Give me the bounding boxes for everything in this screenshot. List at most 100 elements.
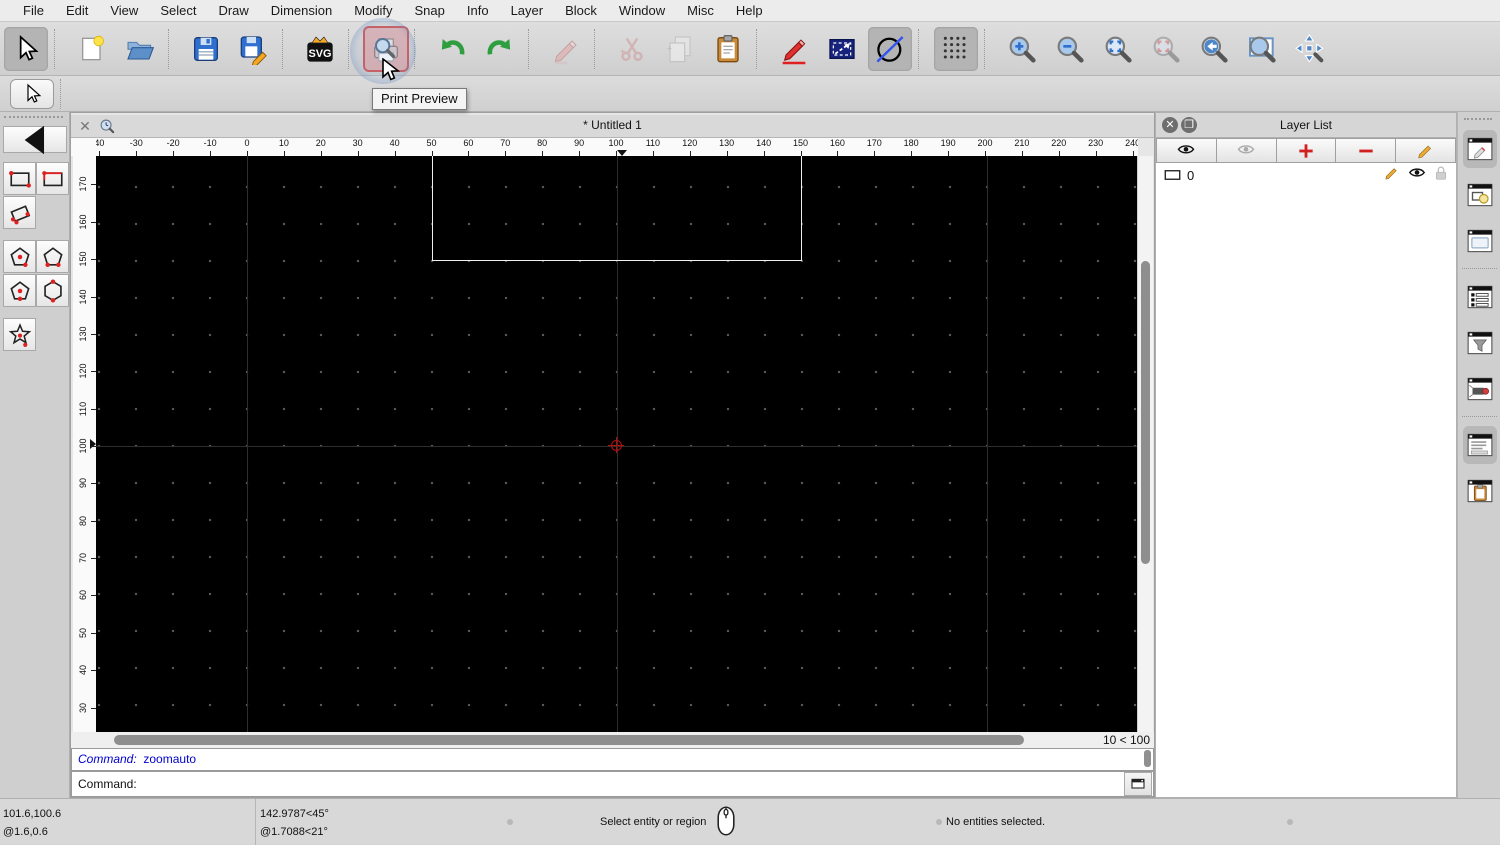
menu-edit[interactable]: Edit bbox=[55, 0, 99, 22]
copy-icon: + bbox=[667, 35, 691, 62]
palette-back-button[interactable] bbox=[3, 125, 67, 154]
library-browser-dock-button[interactable] bbox=[1463, 222, 1497, 260]
layer-edit-pencil-icon[interactable] bbox=[1383, 164, 1400, 186]
drawing-window: ✕ * Untitled 1 40 -30 -20 -10 0 10 20 30 40 50 60 7… bbox=[70, 112, 1155, 798]
ruler-top: 40 -30 -20 -10 0 10 20 30 40 50 60 70 80 90 100 110 120 1… bbox=[96, 138, 1138, 156]
absolute-polar: 142.9787<45° bbox=[260, 808, 329, 820]
rect-corner-icon bbox=[41, 170, 63, 186]
dock-drag-handle[interactable] bbox=[1464, 118, 1492, 120]
menu-view[interactable]: View bbox=[99, 0, 149, 22]
mouse-icon bbox=[715, 805, 737, 840]
status-dot bbox=[936, 819, 942, 825]
zoom-window-button[interactable] bbox=[1240, 27, 1284, 71]
delete-action-icon bbox=[554, 39, 577, 64]
ruler-top-label: 20 bbox=[315, 138, 326, 148]
menu-info[interactable]: Info bbox=[456, 0, 500, 22]
menu-snap[interactable]: Snap bbox=[404, 0, 456, 22]
zoom-out-button[interactable] bbox=[1048, 27, 1092, 71]
polygon-center-corner-tool[interactable] bbox=[3, 240, 36, 273]
drawing-canvas[interactable] bbox=[96, 156, 1138, 732]
projector-dock-button[interactable] bbox=[1463, 370, 1497, 408]
layer-list-dock-button[interactable] bbox=[1463, 130, 1497, 168]
toolbar-group bbox=[934, 26, 978, 71]
eye-closed-button[interactable] bbox=[1216, 138, 1277, 163]
selection-window-button[interactable] bbox=[820, 27, 864, 71]
redo-button[interactable] bbox=[478, 27, 522, 71]
canvas-horizontal-scrollbar[interactable]: 10 < 100 bbox=[71, 732, 1154, 748]
canvas-vertical-scrollbar[interactable] bbox=[1137, 156, 1153, 732]
selection-filter-dock-button[interactable] bbox=[1463, 324, 1497, 362]
layer-row[interactable]: 0 bbox=[1156, 163, 1456, 187]
toolbar-separator bbox=[528, 28, 539, 69]
ruler-top-label: 130 bbox=[719, 138, 735, 148]
layer-color-icon bbox=[1164, 170, 1181, 180]
add-layer-button[interactable] bbox=[1276, 138, 1337, 163]
star-tool[interactable] bbox=[3, 318, 36, 351]
vertical-scroll-thumb[interactable] bbox=[1141, 261, 1150, 564]
menu-file[interactable]: File bbox=[12, 0, 55, 22]
block-list-dock-button[interactable] bbox=[1463, 176, 1497, 214]
polygon-center-tangent-tool[interactable] bbox=[3, 274, 36, 307]
command-input[interactable] bbox=[136, 774, 1124, 794]
select-arrow-button[interactable] bbox=[4, 26, 48, 71]
entity-list-dock-button[interactable] bbox=[1463, 278, 1497, 316]
zoom-auto-button[interactable] bbox=[1096, 27, 1140, 71]
new-document-button[interactable] bbox=[70, 27, 114, 71]
zoom-previous-button[interactable] bbox=[1192, 27, 1236, 71]
menu-misc[interactable]: Misc bbox=[676, 0, 725, 22]
open-file-button[interactable] bbox=[118, 27, 162, 71]
menu-layer[interactable]: Layer bbox=[500, 0, 555, 22]
ruler-corner bbox=[71, 138, 96, 156]
save-button[interactable] bbox=[184, 27, 228, 71]
menu-window[interactable]: Window bbox=[608, 0, 676, 22]
save-as-button[interactable] bbox=[232, 27, 276, 71]
eye-open-button[interactable] bbox=[1156, 138, 1217, 163]
rect-3-points-tool[interactable] bbox=[3, 196, 36, 229]
secondary-toolbar bbox=[0, 76, 1500, 112]
polygon-2-corners-tool[interactable] bbox=[36, 240, 69, 273]
layer-lock-icon[interactable] bbox=[1434, 165, 1448, 186]
select-arrow-outline-button[interactable] bbox=[10, 78, 54, 109]
draw-pencil-button[interactable] bbox=[772, 27, 816, 71]
svg-export-button[interactable]: SVG bbox=[298, 27, 342, 71]
menu-select[interactable]: Select bbox=[149, 0, 207, 22]
remove-layer-button[interactable] bbox=[1336, 138, 1397, 163]
grid-button[interactable] bbox=[934, 26, 978, 71]
ruler-top-label: 10 bbox=[278, 138, 289, 148]
document-title: * Untitled 1 bbox=[583, 118, 642, 132]
paste-button[interactable] bbox=[706, 27, 750, 71]
rectangle-entity[interactable] bbox=[432, 156, 802, 261]
horizontal-scroll-thumb[interactable] bbox=[114, 735, 1024, 745]
edit-layer-button[interactable] bbox=[1396, 138, 1456, 163]
clipboard-dock-button[interactable] bbox=[1463, 472, 1497, 510]
menu-help[interactable]: Help bbox=[725, 0, 774, 22]
zoom-auto-icon bbox=[1105, 36, 1132, 63]
command-history-scroll-thumb[interactable] bbox=[1144, 750, 1151, 767]
layer-list-panel: ✕ ❐ Layer List 0 bbox=[1155, 112, 1457, 798]
menu-draw[interactable]: Draw bbox=[207, 0, 259, 22]
selection-window-icon bbox=[829, 38, 855, 59]
layer-visibility-eye-icon[interactable] bbox=[1408, 166, 1426, 184]
rect-corner-tool[interactable] bbox=[36, 162, 69, 195]
ruler-left-label: 60 bbox=[78, 590, 88, 601]
rect-3-points-icon bbox=[9, 204, 30, 224]
ruler-left-label: 110 bbox=[78, 401, 88, 416]
ruler-left: 170 160 150 140 130 120 110 100 90 80 70 60 50 40 30 bbox=[73, 156, 96, 732]
menu-dimension[interactable]: Dimension bbox=[260, 0, 343, 22]
ruler-top-label: -20 bbox=[166, 138, 180, 148]
draft-mode-button[interactable] bbox=[868, 26, 912, 71]
ruler-top-label: 60 bbox=[463, 138, 474, 148]
rect-2-corners-tool[interactable] bbox=[3, 162, 36, 195]
command-line-dock-button[interactable] bbox=[1463, 426, 1497, 464]
eye-open-icon bbox=[1178, 144, 1195, 153]
zoom-pan-button[interactable] bbox=[1288, 27, 1332, 71]
menu-block[interactable]: Block bbox=[554, 0, 608, 22]
polygon-side-tool[interactable] bbox=[36, 274, 69, 307]
zoom-in-button[interactable] bbox=[1000, 27, 1044, 71]
command-options-button[interactable] bbox=[1124, 772, 1152, 796]
grid-icon bbox=[943, 36, 966, 59]
toolbar-separator bbox=[984, 28, 995, 69]
metagrid-line bbox=[247, 156, 248, 732]
undo-button[interactable] bbox=[430, 27, 474, 71]
menu-modify[interactable]: Modify bbox=[343, 0, 403, 22]
